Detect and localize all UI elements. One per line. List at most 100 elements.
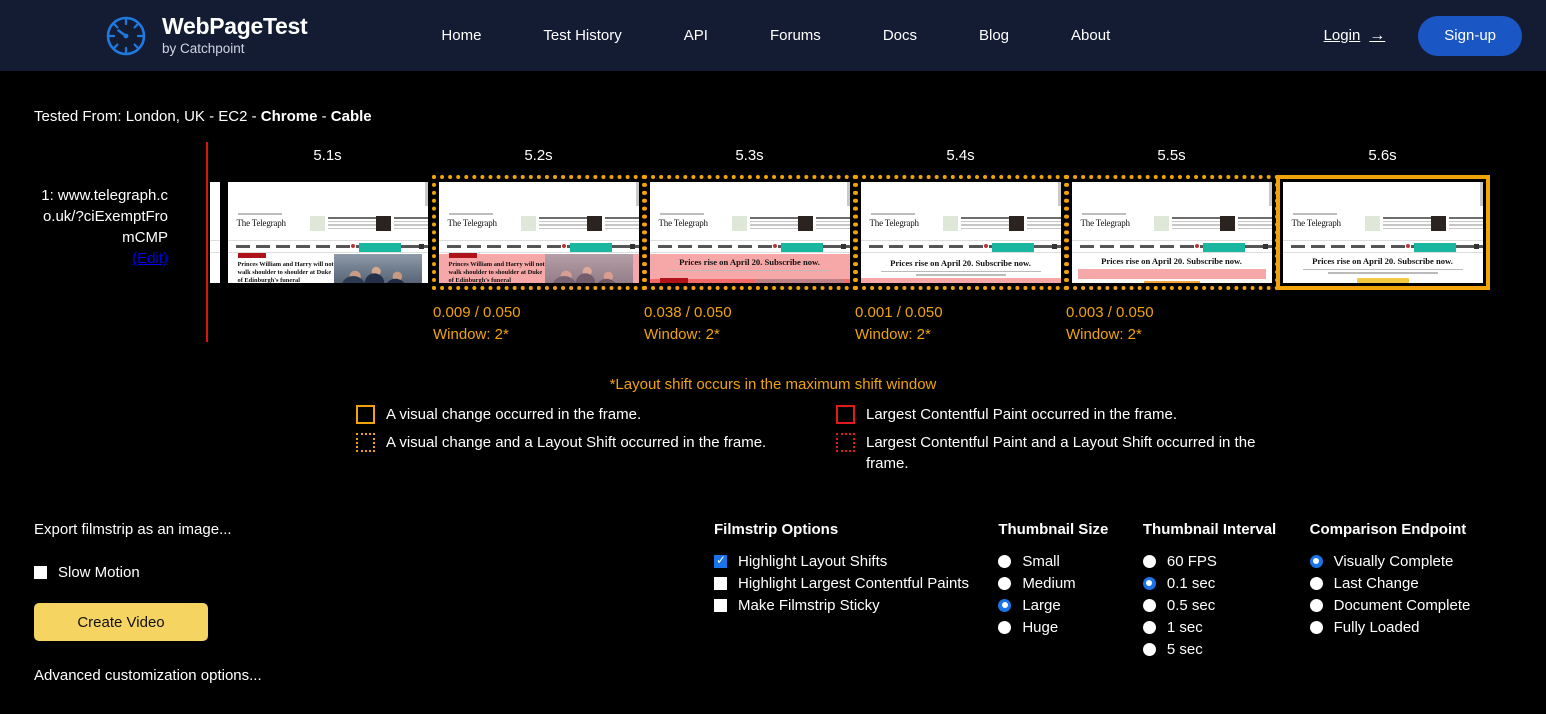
tested-from-separator: - xyxy=(317,108,331,125)
thumb-headline: Princes William and Harry will not walk … xyxy=(237,261,334,283)
interval-1-sec-radio[interactable] xyxy=(1142,620,1156,634)
endpoint-option-last-change[interactable]: Last Change xyxy=(1309,572,1512,594)
legend-label: Largest Contentful Paint and a Layout Sh… xyxy=(866,434,1256,472)
filmstrip-legend: A visual change occurred in the frame. A… xyxy=(34,404,1512,474)
legend-column-visual-change: A visual change occurred in the frame. A… xyxy=(356,404,836,474)
filmstrip-frames: 5.1s The Telegraph Princes William and H… xyxy=(208,147,1490,346)
frame-thumbnail[interactable]: The Telegraph Prices rise on April 20. S… xyxy=(642,175,857,290)
brand-name: WebPageTest xyxy=(162,13,308,40)
interval-option-1-sec[interactable]: 1 sec xyxy=(1142,616,1310,638)
frame-timestamp: 5.1s xyxy=(313,147,342,164)
header-actions: Login → Sign-up xyxy=(1324,0,1522,71)
size-medium-radio[interactable] xyxy=(998,576,1012,590)
interval-option-0-5-sec[interactable]: 0.5 sec xyxy=(1142,594,1310,616)
advanced-customization-link[interactable]: Advanced customization options... xyxy=(34,667,1512,684)
filmstrip-frame[interactable]: 5.6s The Telegraph Prices rise on April … xyxy=(1275,147,1490,302)
login-link[interactable]: Login → xyxy=(1324,27,1386,45)
make-filmstrip-sticky-checkbox[interactable] xyxy=(714,598,727,612)
option-label: Make Filmstrip Sticky xyxy=(738,596,880,614)
interval-60fps-radio[interactable] xyxy=(1142,554,1156,568)
layout-shift-highlight: Prices rise on April 20. Subscribe now. xyxy=(649,254,850,279)
tested-from-browser: Chrome xyxy=(260,108,318,125)
frame-shift-window: Window: 2* xyxy=(1066,326,1142,343)
option-highlight-layout-shifts[interactable]: Highlight Layout Shifts xyxy=(714,550,998,572)
size-option-small[interactable]: Small xyxy=(998,550,1143,572)
frame-timestamp: 5.2s xyxy=(524,147,553,164)
option-label: 1 sec xyxy=(1166,618,1203,636)
nav-item-docs[interactable]: Docs xyxy=(852,27,948,44)
endpoint-option-fully-loaded[interactable]: Fully Loaded xyxy=(1309,616,1512,638)
layout-shift-highlight-strong: Princes William and Harry will not walk … xyxy=(649,278,850,283)
interval-option-5-sec[interactable]: 5 sec xyxy=(1142,638,1310,660)
signup-button[interactable]: Sign-up xyxy=(1418,15,1522,56)
frame-thumbnail[interactable]: The Telegraph Princes William and Harry … xyxy=(221,175,435,290)
nav-item-api[interactable]: API xyxy=(653,27,739,44)
endpoint-option-document-complete[interactable]: Document Complete xyxy=(1309,594,1512,616)
thumbnail-interval-group: Thumbnail Interval 60 FPS 0.1 sec 0.5 se… xyxy=(1142,521,1310,660)
option-label: Small xyxy=(1022,552,1060,570)
frame-timestamp: 5.5s xyxy=(1157,147,1186,164)
site-header: WebPageTest by Catchpoint Home Test Hist… xyxy=(0,0,1546,71)
frame-shift-value: 0.001 / 0.050 xyxy=(855,304,943,321)
filmstrip-frame[interactable]: 5.5s The Telegraph Prices rise on April … xyxy=(1064,147,1279,346)
option-label: Highlight Largest Contentful Paints xyxy=(738,574,969,592)
option-label: Large xyxy=(1022,596,1061,614)
nav-item-test-history[interactable]: Test History xyxy=(512,27,652,44)
thumb-site-name: The Telegraph xyxy=(1291,218,1342,228)
endpoint-document-complete-radio[interactable] xyxy=(1309,598,1323,612)
option-make-sticky[interactable]: Make Filmstrip Sticky xyxy=(714,594,998,616)
create-video-button[interactable]: Create Video xyxy=(34,603,208,641)
frame-shift-window: Window: 2* xyxy=(855,326,931,343)
highlight-layout-shifts-checkbox[interactable] xyxy=(714,553,727,568)
edit-step-link[interactable]: (Edit) xyxy=(34,248,168,269)
interval-option-0-1-sec[interactable]: 0.1 sec xyxy=(1142,572,1310,594)
thumbnail-page-render: The Telegraph Prices rise on April 20. S… xyxy=(1282,182,1483,283)
endpoint-last-change-radio[interactable] xyxy=(1309,576,1323,590)
thumb-headline: Princes William and Harry will not walk … xyxy=(448,261,545,283)
legend-label: A visual change and a Layout Shift occur… xyxy=(386,434,767,451)
interval-5-sec-radio[interactable] xyxy=(1142,642,1156,656)
comparison-endpoint-title: Comparison Endpoint xyxy=(1309,521,1467,538)
filmstrip-controls: Export filmstrip as an image... Slow Mot… xyxy=(34,521,1512,711)
size-small-radio[interactable] xyxy=(998,554,1012,568)
thumb-cta-button xyxy=(1356,277,1409,283)
size-option-large[interactable]: Large xyxy=(998,594,1143,616)
size-huge-radio[interactable] xyxy=(998,620,1012,634)
options-columns: Filmstrip Options Highlight Layout Shift… xyxy=(714,521,1512,660)
nav-item-blog[interactable]: Blog xyxy=(948,27,1040,44)
nav-item-home[interactable]: Home xyxy=(410,27,512,44)
option-highlight-lcp[interactable]: Highlight Largest Contentful Paints xyxy=(714,572,998,594)
endpoint-option-visually-complete[interactable]: Visually Complete xyxy=(1309,550,1512,572)
frame-thumbnail[interactable]: The Telegraph Prices rise on April 20. S… xyxy=(1064,175,1279,290)
interval-0-1-sec-radio[interactable] xyxy=(1142,576,1156,590)
size-option-huge[interactable]: Huge xyxy=(998,616,1143,638)
size-large-radio[interactable] xyxy=(998,598,1012,612)
filmstrip-frame[interactable]: 5.2s The Telegraph Princes William and H… xyxy=(431,147,646,346)
filmstrip-frame[interactable]: 5.1s The Telegraph Princes William and H… xyxy=(222,147,433,302)
highlight-lcp-checkbox[interactable] xyxy=(714,576,727,590)
thumb-site-name: The Telegraph xyxy=(869,218,920,228)
option-label: Highlight Layout Shifts xyxy=(738,552,888,570)
nav-item-forums[interactable]: Forums xyxy=(739,27,852,44)
slow-motion-checkbox[interactable] xyxy=(34,566,47,579)
frame-partial xyxy=(208,147,222,290)
filmstrip-frame[interactable]: 5.3s The Telegraph Prices rise on April … xyxy=(642,147,857,346)
nav-item-about[interactable]: About xyxy=(1040,27,1141,44)
endpoint-fully-loaded-radio[interactable] xyxy=(1309,620,1323,634)
layout-shift-highlight xyxy=(1077,269,1266,279)
frame-thumbnail[interactable]: The Telegraph Princes William and Harry … xyxy=(431,175,646,290)
filmstrip-frame[interactable]: 5.4s The Telegraph Prices rise on April … xyxy=(853,147,1068,346)
interval-option-60fps[interactable]: 60 FPS xyxy=(1142,550,1310,572)
frame-shift-meta: 0.001 / 0.050 Window: 2* xyxy=(855,302,943,346)
slow-motion-label: Slow Motion xyxy=(58,564,140,581)
frame-thumbnail[interactable]: The Telegraph Prices rise on April 20. S… xyxy=(853,175,1068,290)
interval-0-5-sec-radio[interactable] xyxy=(1142,598,1156,612)
size-option-medium[interactable]: Medium xyxy=(998,572,1143,594)
brand-subtitle: by Catchpoint xyxy=(162,41,245,57)
frame-thumbnail[interactable]: The Telegraph Prices rise on April 20. S… xyxy=(1275,175,1490,290)
endpoint-visually-complete-radio[interactable] xyxy=(1309,554,1323,568)
page-content: Tested From: London, UK - EC2 - Chrome -… xyxy=(0,108,1546,711)
thumb-site-name: The Telegraph xyxy=(1080,218,1131,228)
thumbnail-page-render: The Telegraph Prices rise on April 20. S… xyxy=(1071,182,1272,283)
brand-logo[interactable]: WebPageTest by Catchpoint xyxy=(104,13,308,58)
